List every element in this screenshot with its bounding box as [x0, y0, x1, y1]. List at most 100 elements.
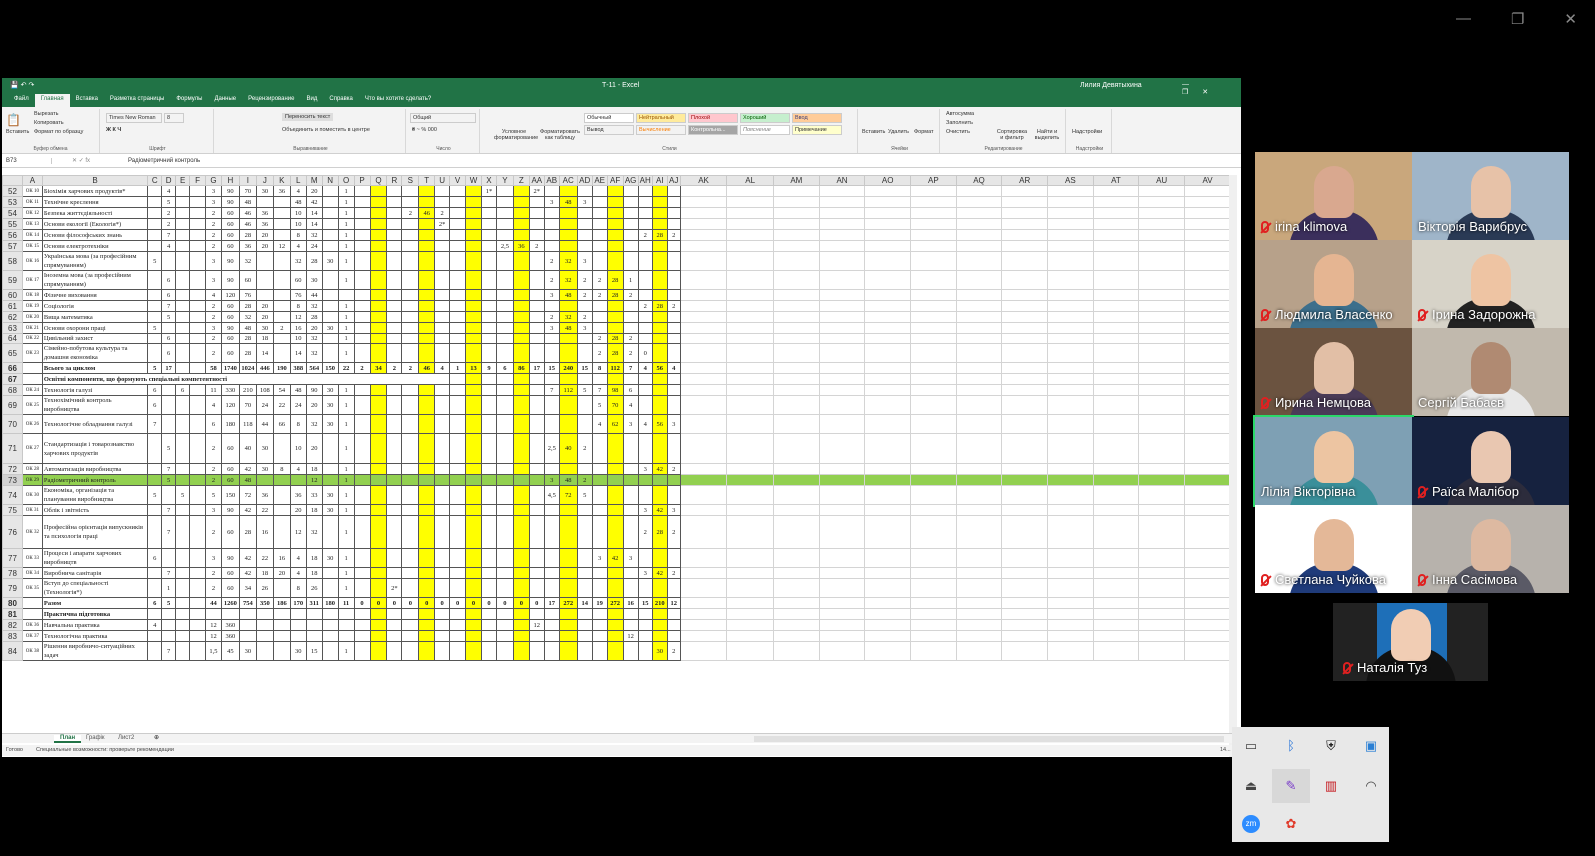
cell-n58[interactable]: 30	[321, 251, 339, 271]
cell-ae66[interactable]: 8	[591, 362, 608, 374]
cell-ai70[interactable]: 56	[651, 414, 668, 434]
cell-k61[interactable]	[272, 300, 291, 312]
cell-s55[interactable]	[401, 218, 420, 230]
row-header[interactable]: 84	[2, 641, 23, 661]
cell-d63[interactable]	[161, 322, 177, 334]
cell-ah75[interactable]: 3	[637, 504, 653, 516]
cell-al55[interactable]	[726, 218, 774, 230]
cell-n65[interactable]	[321, 343, 339, 363]
cell-av65[interactable]	[1184, 343, 1231, 363]
cell-f65[interactable]	[189, 343, 206, 363]
row-header[interactable]: 56	[2, 229, 23, 241]
cell-p76[interactable]	[353, 515, 371, 549]
cell-aa54[interactable]	[528, 207, 545, 219]
cell-am61[interactable]	[773, 300, 820, 312]
cell-ai79[interactable]	[651, 578, 668, 598]
row-header[interactable]: 64	[2, 333, 23, 344]
cell-w74[interactable]	[465, 485, 482, 505]
cell-aj73[interactable]	[666, 474, 681, 486]
cell-j72[interactable]: 30	[255, 463, 274, 475]
app-icon[interactable]: ▥	[1322, 777, 1340, 795]
column-header-af[interactable]: AF	[606, 175, 624, 186]
cell-a76[interactable]: ОК 32	[21, 515, 43, 549]
cell-n79[interactable]	[321, 578, 339, 598]
cell-e82[interactable]	[175, 619, 191, 631]
cell-ar54[interactable]	[1001, 207, 1049, 219]
cell-m61[interactable]: 32	[305, 300, 323, 312]
cell-q65[interactable]	[369, 343, 388, 363]
cell-ac81[interactable]	[558, 608, 578, 620]
cell-r79[interactable]: 2*	[386, 578, 403, 598]
vertical-scrollbar[interactable]	[1229, 175, 1237, 757]
cell-z83[interactable]	[512, 630, 530, 642]
cell-ak78[interactable]	[679, 567, 728, 579]
cell-ae70[interactable]: 4	[591, 414, 608, 434]
cell-aj54[interactable]	[666, 207, 681, 219]
cell-ak80[interactable]	[679, 597, 728, 609]
cell-al66[interactable]	[726, 362, 774, 374]
cell-an69[interactable]	[818, 395, 866, 415]
cell-l68[interactable]: 48	[289, 384, 307, 396]
cell-af59[interactable]: 28	[606, 270, 624, 290]
cell-g52[interactable]: 3	[205, 185, 222, 197]
cell-d65[interactable]: 6	[161, 343, 177, 363]
cell-e84[interactable]	[175, 641, 191, 661]
style-input[interactable]: Ввод	[792, 113, 842, 123]
cell-aa71[interactable]	[528, 433, 545, 464]
cell-e79[interactable]	[175, 578, 191, 598]
cell-ac84[interactable]	[558, 641, 578, 661]
cell-ac57[interactable]	[558, 240, 578, 252]
cell-aa63[interactable]	[528, 322, 545, 334]
cell-af72[interactable]	[606, 463, 624, 475]
cell-ac53[interactable]: 48	[558, 196, 578, 208]
cell-h62[interactable]: 60	[220, 311, 240, 323]
cell-ao78[interactable]	[864, 567, 912, 579]
cell-y76[interactable]	[495, 515, 514, 549]
cell-r62[interactable]	[386, 311, 403, 323]
cell-au84[interactable]	[1138, 641, 1185, 661]
cell-ar66[interactable]	[1001, 362, 1049, 374]
cell-v81[interactable]	[449, 608, 467, 620]
cell-ao75[interactable]	[864, 504, 912, 516]
cell-al76[interactable]	[726, 515, 774, 549]
cell-u72[interactable]	[434, 463, 451, 475]
cell-j68[interactable]: 108	[255, 384, 274, 396]
cell-c82[interactable]: 4	[147, 619, 163, 631]
column-header-y[interactable]: Y	[495, 175, 514, 186]
cell-ao59[interactable]	[864, 270, 912, 290]
display-icon[interactable]: ▭	[1242, 737, 1260, 755]
cell-j62[interactable]: 20	[255, 311, 274, 323]
cell-j73[interactable]	[255, 474, 274, 486]
cell-ae56[interactable]	[591, 229, 608, 241]
cell-x76[interactable]	[480, 515, 497, 549]
cell-k80[interactable]: 186	[272, 597, 291, 609]
cell-ae53[interactable]	[591, 196, 608, 208]
cell-u61[interactable]	[434, 300, 451, 312]
cell-u54[interactable]: 2	[434, 207, 451, 219]
cell-aj72[interactable]: 2	[666, 463, 681, 475]
cell-aa60[interactable]	[528, 289, 545, 301]
cell-ag57[interactable]	[622, 240, 639, 252]
cell-e59[interactable]	[175, 270, 191, 290]
cell-ao65[interactable]	[864, 343, 912, 363]
cell-f72[interactable]	[189, 463, 206, 475]
cell-aq76[interactable]	[955, 515, 1003, 549]
cell-al68[interactable]	[726, 384, 774, 396]
cell-r81[interactable]	[386, 608, 403, 620]
cell-z73[interactable]	[512, 474, 530, 486]
cell-d56[interactable]: 7	[161, 229, 177, 241]
cell-ab73[interactable]: 3	[543, 474, 560, 486]
cell-z84[interactable]	[512, 641, 530, 661]
cell-al58[interactable]	[726, 251, 774, 271]
cell-ak66[interactable]	[679, 362, 728, 374]
cell-ao77[interactable]	[864, 548, 912, 568]
cell-an66[interactable]	[818, 362, 866, 374]
cell-ak62[interactable]	[679, 311, 728, 323]
cell-e69[interactable]	[175, 395, 191, 415]
column-header-an[interactable]: AN	[818, 175, 866, 186]
cell-ak64[interactable]	[679, 333, 728, 344]
participant-tile[interactable]: Ірина Задорожна	[1412, 240, 1569, 328]
cell-ac82[interactable]	[558, 619, 578, 631]
cell-x78[interactable]	[480, 567, 497, 579]
column-header-f[interactable]: F	[189, 175, 206, 186]
